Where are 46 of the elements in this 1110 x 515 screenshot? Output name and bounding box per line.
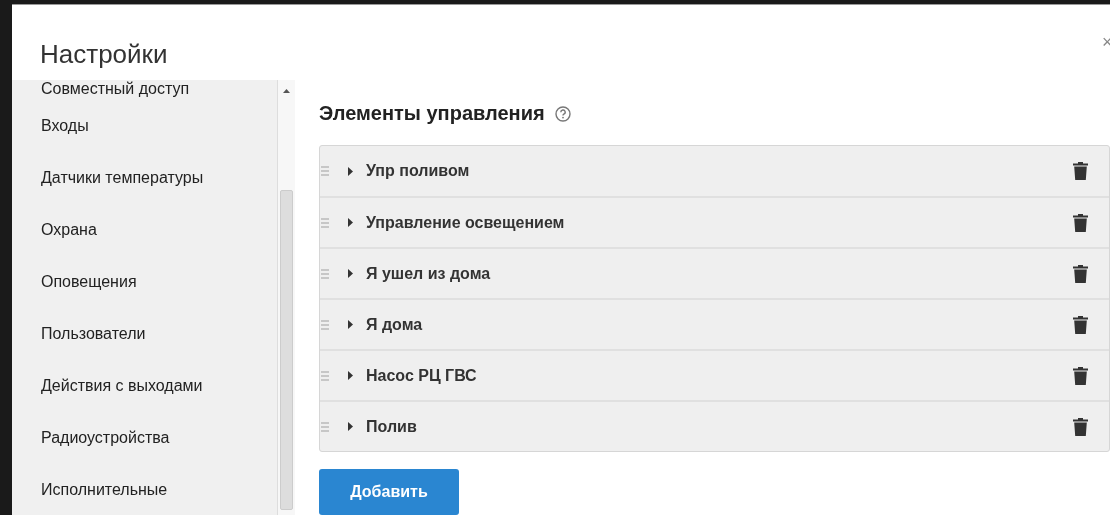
scrollbar-thumb[interactable]: [280, 190, 293, 510]
control-row[interactable]: Управление освещением: [320, 196, 1109, 247]
help-icon[interactable]: [554, 105, 571, 122]
control-name: Полив: [366, 417, 418, 436]
control-row[interactable]: Полив: [320, 400, 1109, 451]
control-row[interactable]: Я дома: [320, 298, 1109, 349]
trash-icon[interactable]: [1073, 417, 1088, 436]
trash-icon[interactable]: [1073, 366, 1088, 385]
control-row[interactable]: Насос РЦ ГВС: [320, 349, 1109, 400]
trash-icon[interactable]: [1073, 213, 1088, 232]
control-name: Я дома: [366, 315, 424, 334]
caret-icon[interactable]: [348, 218, 353, 227]
sidebar-item[interactable]: Пользователи: [12, 307, 277, 360]
sidebar-item[interactable]: Действия с выходами: [12, 359, 277, 412]
trash-icon[interactable]: [1073, 264, 1088, 283]
control-row[interactable]: Упр поливом: [320, 146, 1109, 196]
caret-icon[interactable]: [348, 166, 353, 176]
control-name: Я ушел из дома: [366, 264, 492, 283]
drag-handle-icon[interactable]: [321, 217, 329, 228]
trash-icon[interactable]: [1073, 162, 1088, 180]
drag-handle-icon[interactable]: [321, 268, 329, 279]
sidebar-item[interactable]: Охрана: [12, 203, 277, 256]
scrollbar[interactable]: [277, 80, 295, 515]
caret-icon[interactable]: [348, 320, 353, 329]
trash-icon[interactable]: [1073, 315, 1088, 334]
window-title: Настройки: [40, 39, 168, 70]
drag-handle-icon[interactable]: [321, 166, 329, 176]
sidebar-item[interactable]: Оповещения: [12, 255, 277, 308]
sidebar-item[interactable]: Исполнительные: [12, 463, 277, 515]
control-name: Упр поливом: [366, 162, 471, 180]
caret-icon[interactable]: [348, 269, 353, 278]
drag-handle-icon[interactable]: [321, 319, 329, 330]
caret-icon[interactable]: [348, 422, 353, 431]
section-heading: Элементы управления: [319, 102, 545, 125]
sidebar-item[interactable]: Датчики температуры: [12, 151, 277, 204]
scroll-up-icon[interactable]: [283, 89, 290, 93]
control-name: Насос РЦ ГВС: [366, 366, 478, 385]
control-name: Управление освещением: [366, 213, 566, 232]
sidebar-item[interactable]: Радиоустройства: [12, 411, 277, 464]
control-row[interactable]: Я ушел из дома: [320, 247, 1109, 298]
drag-handle-icon[interactable]: [321, 421, 329, 432]
add-button[interactable]: Добавить: [319, 469, 459, 515]
drag-handle-icon[interactable]: [321, 370, 329, 381]
caret-icon[interactable]: [348, 371, 353, 380]
sidebar-item[interactable]: Совместный доступ: [12, 80, 277, 100]
sidebar-item[interactable]: Входы: [12, 99, 277, 152]
